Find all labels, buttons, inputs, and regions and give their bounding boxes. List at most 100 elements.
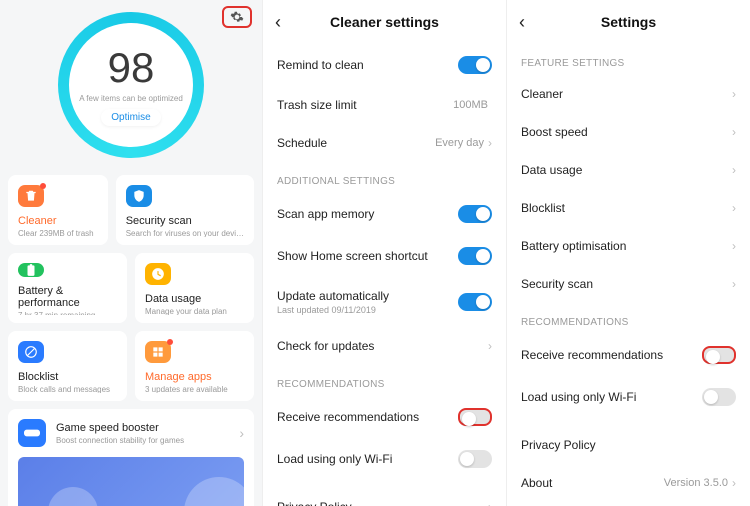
page-title: Cleaner settings: [330, 14, 439, 30]
toggle-switch[interactable]: [458, 247, 492, 265]
toggle-switch[interactable]: [458, 56, 492, 74]
row-label: Blocklist: [521, 201, 732, 215]
settings-row[interactable]: Update automatically Last updated 09/11/2…: [263, 277, 506, 327]
row-label: Boost speed: [521, 125, 732, 139]
row-value: 100MB: [453, 99, 488, 111]
chevron-right-icon: ›: [732, 476, 736, 490]
settings-row[interactable]: Cleaner›: [507, 75, 750, 113]
settings-gear-button[interactable]: [222, 6, 252, 28]
chevron-right-icon: ›: [488, 136, 492, 150]
page-title: Settings: [601, 14, 656, 30]
settings-row[interactable]: Load using only Wi-Fi: [263, 438, 506, 480]
tile-subtitle: 7 hr 37 min remaining: [18, 311, 117, 315]
row-subtitle: Last updated 09/11/2019: [277, 305, 458, 315]
tile-title: Security scan: [126, 215, 244, 227]
row-label: Load using only Wi-Fi: [277, 452, 458, 466]
notification-dot-icon: [40, 183, 46, 189]
settings-row[interactable]: Receive recommendations: [507, 334, 750, 376]
settings-panel: ‹ Settings FEATURE SETTINGS Cleaner›Boos…: [506, 0, 750, 506]
optimise-button[interactable]: Optimise: [101, 109, 160, 126]
row-label: About: [521, 476, 664, 490]
row-label: Remind to clean: [277, 58, 458, 72]
notification-dot-icon: [167, 339, 173, 345]
tile-title: Cleaner: [18, 215, 98, 227]
row-label: Privacy Policy: [277, 500, 488, 506]
settings-row[interactable]: Show Home screen shortcut: [263, 235, 506, 277]
row-label: Receive recommendations: [277, 410, 458, 424]
data-icon: [145, 263, 171, 285]
tile-subtitle: Manage your data plan: [145, 307, 244, 315]
row-label: Data usage: [521, 163, 732, 177]
score-value: 98: [108, 44, 155, 92]
toggle-switch[interactable]: [458, 205, 492, 223]
tile-block[interactable]: BlocklistBlock calls and messages: [8, 331, 127, 401]
score-subtitle: A few items can be optimized: [79, 94, 183, 103]
row-label: Update automatically: [277, 289, 458, 303]
settings-row[interactable]: Blocklist›: [507, 189, 750, 227]
settings-row[interactable]: Boost speed›: [507, 113, 750, 151]
shield-icon: [126, 185, 152, 207]
settings-row[interactable]: Battery optimisation›: [507, 227, 750, 265]
score-area: 98 A few items can be optimized Optimise: [0, 0, 262, 175]
settings-row[interactable]: Scan app memory: [263, 193, 506, 235]
row-label: Trash size limit: [277, 98, 453, 112]
gear-icon: [230, 10, 244, 24]
tile-data[interactable]: Data usage Manage your data plan: [135, 253, 254, 323]
tile-subtitle: Search for viruses on your devi…: [126, 229, 244, 237]
security-home-panel: 98 A few items can be optimized Optimise…: [0, 0, 262, 506]
row-label: Schedule: [277, 136, 435, 150]
game-speed-card[interactable]: Game speed booster Boost connection stab…: [8, 409, 254, 506]
privacy-policy-row[interactable]: Privacy Policy: [507, 426, 750, 464]
tile-title: Data usage: [145, 293, 244, 305]
row-label: Battery optimisation: [521, 239, 732, 253]
tile-battery[interactable]: Battery & performance7 hr 37 min remaini…: [8, 253, 127, 323]
tile-shield[interactable]: Security scan Search for viruses on your …: [116, 175, 254, 245]
chevron-right-icon: ›: [239, 425, 244, 441]
row-label: Load using only Wi-Fi: [521, 390, 702, 404]
back-button[interactable]: ‹: [519, 13, 525, 31]
toggle-switch[interactable]: [458, 293, 492, 311]
section-header-additional: ADDITIONAL SETTINGS: [263, 162, 506, 193]
tiles-grid: Cleaner Clear 239MB of trash Security scan…: [0, 175, 262, 401]
score-ring: 98 A few items can be optimized Optimise: [58, 12, 204, 158]
row-label: Privacy Policy: [521, 438, 736, 452]
tile-title: Manage apps: [145, 371, 244, 383]
chevron-right-icon: ›: [732, 87, 736, 101]
settings-row[interactable]: Remind to clean: [263, 44, 506, 86]
battery-icon: [18, 263, 44, 277]
settings-row[interactable]: ScheduleEvery day›: [263, 124, 506, 162]
game-speed-sub: Boost connection stability for games: [56, 436, 229, 445]
tile-title: Blocklist: [18, 371, 117, 383]
row-label: Check for updates: [277, 339, 488, 353]
settings-row[interactable]: Trash size limit100MB: [263, 86, 506, 124]
section-header-recommendations: RECOMMENDATIONS: [507, 303, 750, 334]
toggle-switch[interactable]: [702, 388, 736, 406]
section-header-feature: FEATURE SETTINGS: [507, 44, 750, 75]
settings-row[interactable]: Receive recommendations: [263, 396, 506, 438]
back-button[interactable]: ‹: [275, 13, 281, 31]
row-label: Scan app memory: [277, 207, 458, 221]
tile-trash[interactable]: Cleaner Clear 239MB of trash: [8, 175, 108, 245]
toggle-switch[interactable]: [458, 408, 492, 426]
row-label: Show Home screen shortcut: [277, 249, 458, 263]
row-label: Receive recommendations: [521, 348, 702, 362]
toggle-switch[interactable]: [458, 450, 492, 468]
chevron-right-icon: ›: [732, 163, 736, 177]
settings-row[interactable]: Data usage›: [507, 151, 750, 189]
chevron-right-icon: ›: [488, 339, 492, 353]
game-speed-illustration: [18, 457, 244, 506]
section-header-recommendations: RECOMMENDATIONS: [263, 365, 506, 396]
tile-subtitle: 3 updates are available: [145, 385, 244, 393]
gamepad-icon: [18, 419, 46, 447]
block-icon: [18, 341, 44, 363]
settings-row[interactable]: Load using only Wi-Fi: [507, 376, 750, 418]
settings-row[interactable]: Check for updates›: [263, 327, 506, 365]
chevron-right-icon: ›: [732, 125, 736, 139]
privacy-policy-row[interactable]: Privacy Policy ›: [263, 488, 506, 506]
tile-apps[interactable]: Manage apps 3 updates are available: [135, 331, 254, 401]
tile-subtitle: Clear 239MB of trash: [18, 229, 98, 237]
trash-icon: [18, 185, 44, 207]
settings-row[interactable]: Security scan›: [507, 265, 750, 303]
toggle-switch[interactable]: [702, 346, 736, 364]
about-row[interactable]: About Version 3.5.0 ›: [507, 464, 750, 502]
